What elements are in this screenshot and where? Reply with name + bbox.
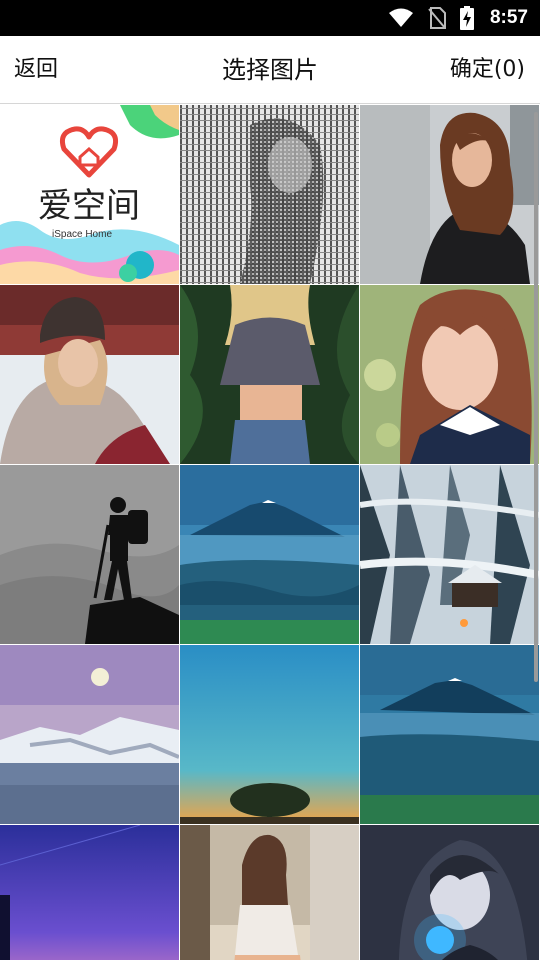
status-bar: 8:57 — [0, 0, 540, 36]
scrollbar-thumb[interactable] — [534, 112, 538, 682]
photo-tile-woman-closeup[interactable] — [360, 285, 539, 464]
no-sim-icon — [428, 7, 446, 29]
confirm-button[interactable]: 确定(0) — [450, 36, 525, 104]
photo-tile-snow-mountain-lake[interactable] — [0, 645, 179, 824]
brand-name-en: iSpace Home — [52, 229, 112, 240]
photo-tile-girl-indoor[interactable] — [180, 825, 359, 960]
photo-tile-hiker-silhouette[interactable] — [0, 465, 179, 644]
photo-tile-mountain-fog[interactable] — [180, 465, 359, 644]
photo-grid[interactable]: 爱空间 iSpace Home — [0, 105, 540, 960]
photo-tile-snow-forest[interactable] — [360, 465, 539, 644]
wifi-icon — [388, 8, 414, 28]
clock-time: 8:57 — [489, 7, 528, 28]
brand-name-cn: 爱空间 — [38, 186, 140, 226]
photo-tile-ispace-logo[interactable]: 爱空间 iSpace Home — [0, 105, 179, 284]
photo-tile-anime-girl[interactable] — [360, 825, 539, 960]
top-app-bar: 返回 选择图片 确定(0) — [0, 36, 540, 104]
photo-tile-purple-sky[interactable] — [0, 825, 179, 960]
photo-tile-lone-tree[interactable] — [180, 645, 359, 824]
photo-tile-woman-wall[interactable] — [360, 105, 539, 284]
photo-tile-halftone[interactable] — [180, 105, 359, 284]
photo-tile-mountain-fog-2[interactable] — [360, 645, 539, 824]
battery-charging-icon — [459, 6, 474, 30]
photo-tile-woman-croptop[interactable] — [180, 285, 359, 464]
photo-tile-woman-beanie[interactable] — [0, 285, 179, 464]
